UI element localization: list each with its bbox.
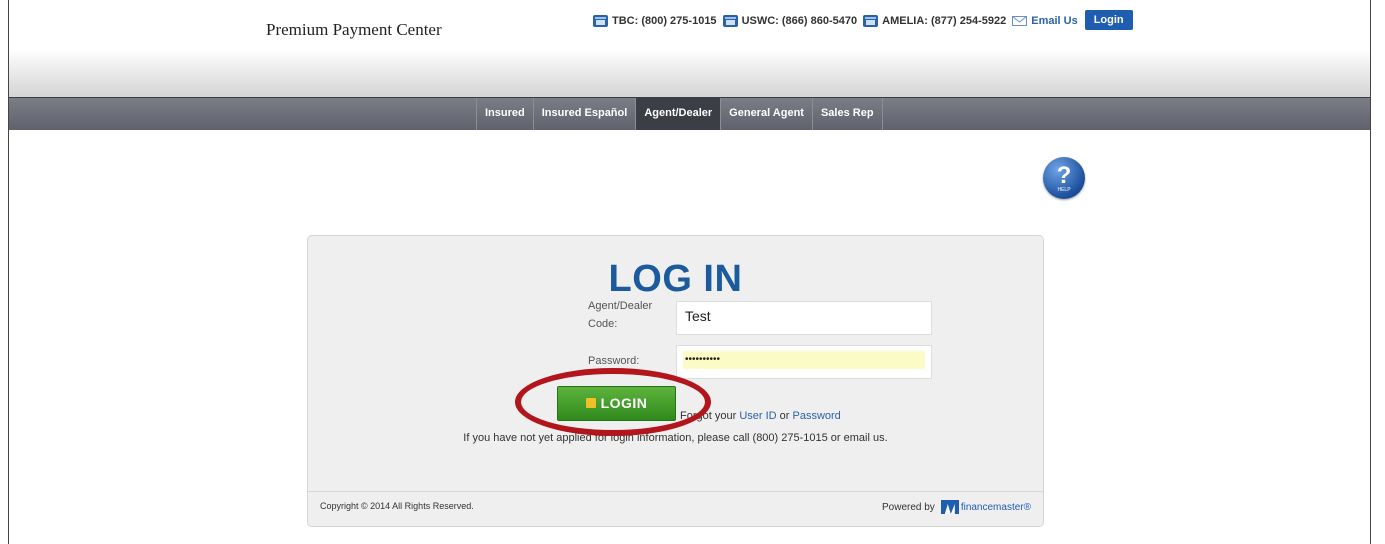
password-value: •••••••••• [683, 351, 925, 369]
login-title: LOG IN [608, 258, 743, 300]
main-nav: Insured Insured Español Agent/Dealer Gen… [9, 97, 1370, 130]
tab-general-agent[interactable]: General Agent [721, 98, 813, 130]
mail-icon [1012, 16, 1028, 26]
login-notice: If you have not yet applied for login in… [463, 432, 888, 444]
phone-label: USWC: (866) 860-5470 [741, 15, 858, 27]
help-icon[interactable]: ? HELP [1043, 157, 1085, 199]
agent-code-label: Agent/Dealer Code: [588, 300, 653, 330]
help-label: HELP [1057, 187, 1071, 193]
header: Premium Payment Center TBC: (800) 275-10… [9, 0, 1370, 97]
site-title: Premium Payment Center [266, 20, 442, 39]
copyright: Copyright © 2014 All Rights Reserved. [320, 501, 474, 511]
page-frame: Premium Payment Center TBC: (800) 275-10… [8, 0, 1371, 544]
powered-by: Powered by financemaster® [882, 500, 1031, 514]
phone-tbc: TBC: (800) 275-1015 [593, 15, 717, 27]
phone-amelia: AMELIA: (877) 254-5922 [863, 15, 1006, 27]
tab-sales-rep[interactable]: Sales Rep [813, 98, 883, 130]
email-us-label: Email Us [1031, 15, 1078, 27]
panel-footer: Copyright © 2014 All Rights Reserved. Po… [308, 491, 1043, 526]
phone-icon [722, 15, 738, 27]
vendor-name: financemaster® [960, 501, 1031, 513]
top-login-button[interactable]: Login [1084, 9, 1133, 30]
tab-insured-espanol[interactable]: Insured Español [534, 98, 637, 130]
phone-icon [863, 15, 879, 27]
phone-label: TBC: (800) 275-1015 [612, 15, 717, 27]
phone-icon [593, 15, 608, 27]
agent-code-field[interactable]: Test [676, 301, 932, 335]
financemaster-logo-icon [940, 500, 959, 514]
login-panel: LOG IN Agent/Dealer Code: Test Password:… [307, 235, 1044, 527]
forgot-password-link[interactable]: Password [793, 410, 841, 422]
password-field[interactable]: •••••••••• [676, 345, 932, 379]
password-label: Password: [588, 355, 640, 367]
notice-email-link[interactable]: email us. [844, 432, 888, 444]
tab-agent-dealer[interactable]: Agent/Dealer [636, 98, 722, 130]
phone-label: AMELIA: (877) 254-5922 [882, 15, 1007, 27]
tab-insured[interactable]: Insured [476, 98, 534, 130]
forgot-user-id-link[interactable]: User ID [739, 410, 776, 422]
email-us-link[interactable]: Email Us [1012, 15, 1078, 27]
highlight-circle [515, 368, 711, 436]
top-contact-bar: TBC: (800) 275-1015 USWC: (866) 860-5470… [593, 9, 1133, 31]
phone-uswc: USWC: (866) 860-5470 [722, 15, 858, 27]
